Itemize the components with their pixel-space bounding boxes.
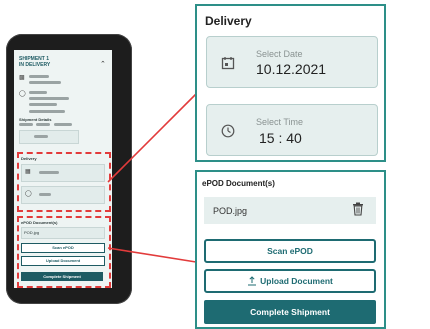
select-date-field[interactable]: Select Date 10.12.2021	[206, 36, 378, 88]
phone-section-delivery: Delivery	[21, 156, 37, 161]
phone-scan-button[interactable]: Scan ePOD	[21, 243, 105, 253]
calendar-icon: ▦	[25, 169, 31, 175]
blurred-text	[54, 123, 72, 126]
delivery-panel: Delivery Select Date 10.12.2021 Select T…	[195, 4, 386, 162]
blurred-text	[34, 135, 48, 138]
blurred-text	[36, 123, 50, 126]
phone-shipment-title: SHIPMENT 1 IN DELIVERY	[19, 56, 51, 68]
blurred-text	[29, 91, 47, 94]
phone-date-field[interactable]	[21, 164, 105, 182]
calendar-icon	[221, 57, 235, 70]
complete-shipment-label: Complete Shipment	[250, 307, 330, 317]
chevron-up-icon[interactable]: ⌃	[100, 60, 106, 68]
phone-section-shipment-details: Shipment Details	[19, 117, 52, 122]
blurred-text	[29, 81, 61, 84]
location-icon: ◯	[19, 91, 26, 97]
blurred-text	[39, 171, 59, 174]
trash-icon[interactable]	[352, 202, 364, 216]
blurred-text	[39, 193, 51, 196]
file-row: POD.jpg	[204, 197, 376, 224]
phone-complete-button[interactable]: Complete Shipment	[21, 272, 103, 281]
clock-icon	[221, 124, 235, 138]
phone-section-epod: ePOD Document(s)	[21, 220, 58, 225]
epod-panel: ePOD Document(s) POD.jpg Scan ePOD Uploa…	[195, 170, 386, 329]
clock-icon: ◯	[25, 191, 32, 197]
upload-icon	[248, 276, 257, 286]
phone-screen: SHIPMENT 1 IN DELIVERY ⌃ ▩ ◯ Shipment De…	[14, 50, 112, 288]
blurred-text	[29, 75, 49, 78]
scan-epod-label: Scan ePOD	[267, 246, 313, 256]
time-label: Select Time	[256, 117, 304, 127]
phone-info-box	[19, 130, 79, 144]
blurred-text	[29, 110, 65, 113]
complete-shipment-button[interactable]: Complete Shipment	[204, 300, 376, 324]
file-name: POD.jpg	[213, 206, 248, 216]
select-time-field[interactable]: Select Time 15 : 40	[206, 104, 378, 156]
phone-upload-button[interactable]: Upload Document	[21, 256, 105, 266]
time-value: 15 : 40	[259, 130, 302, 146]
truck-icon: ▩	[19, 75, 25, 81]
phone-file-name: POD.jpg	[24, 230, 40, 235]
phone-time-field[interactable]	[21, 186, 105, 204]
delivery-title: Delivery	[205, 14, 252, 28]
date-value: 10.12.2021	[256, 61, 327, 77]
blurred-text	[29, 97, 69, 100]
epod-title: ePOD Document(s)	[202, 179, 275, 188]
date-label: Select Date	[256, 49, 303, 59]
scan-epod-button[interactable]: Scan ePOD	[204, 239, 376, 263]
blurred-text	[29, 103, 57, 106]
upload-document-button[interactable]: Upload Document	[204, 269, 376, 293]
upload-document-label: Upload Document	[260, 276, 333, 286]
blurred-text	[19, 123, 33, 126]
